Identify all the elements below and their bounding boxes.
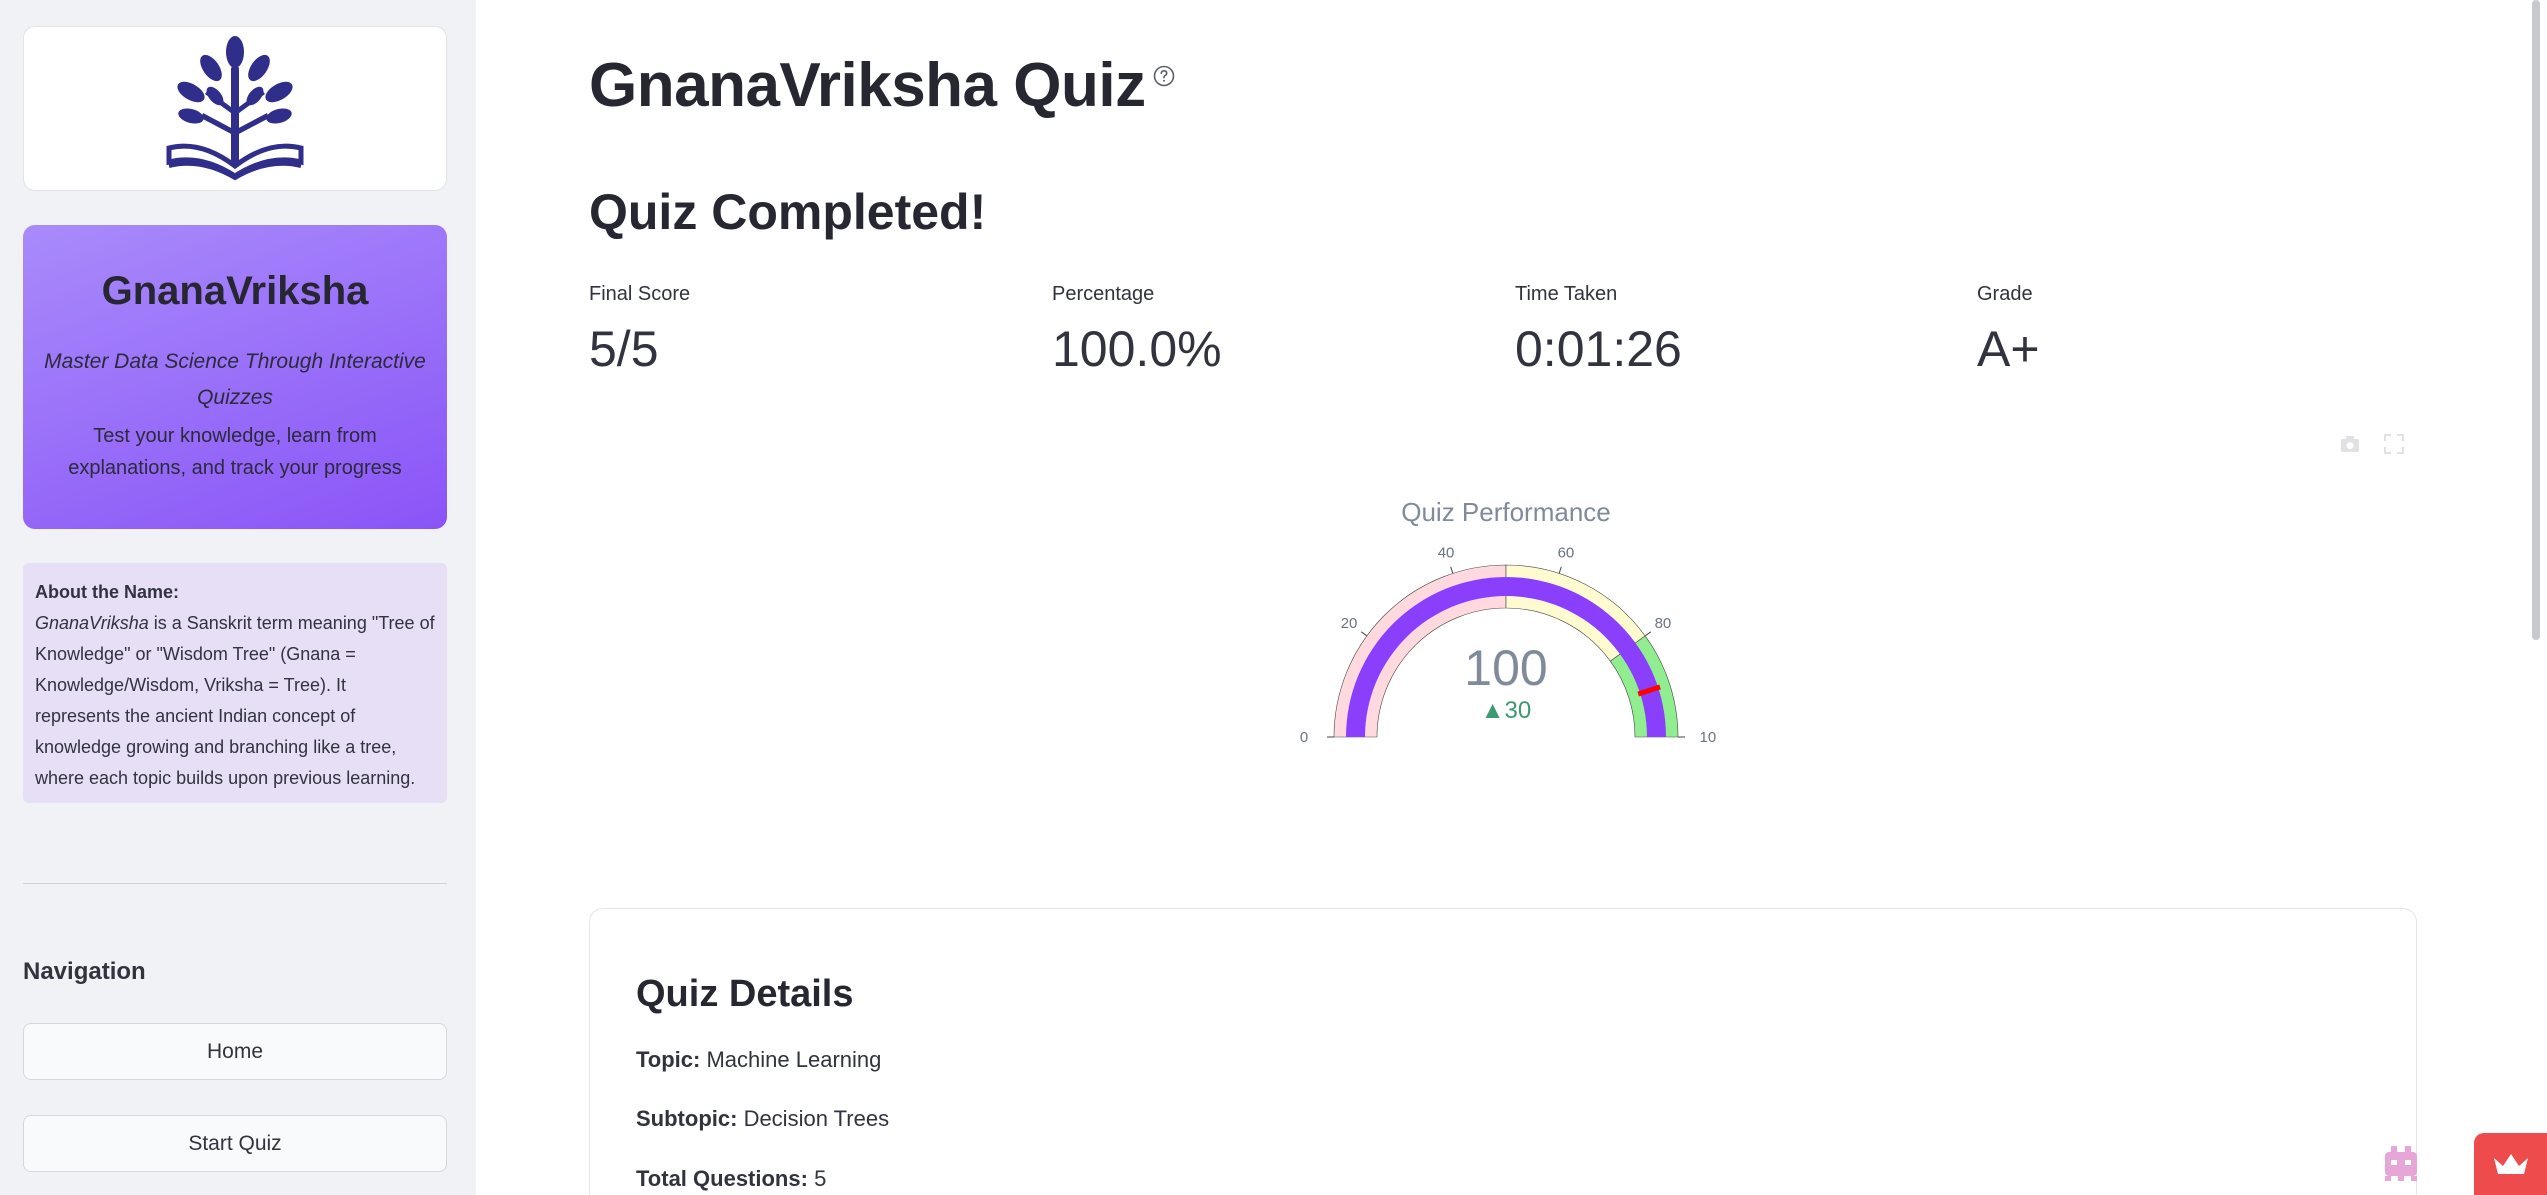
brand-card: GnanaVriksha Master Data Science Through… [23, 225, 447, 529]
brand-title: GnanaVriksha [101, 269, 369, 313]
metric-value: A+ [1977, 321, 2040, 377]
sidebar: GnanaVriksha Master Data Science Through… [0, 0, 476, 1195]
metric-label: Percentage [1052, 283, 1155, 305]
gauge-tick-mark [1644, 631, 1652, 637]
crown-icon [2493, 1154, 2528, 1174]
tree-book-icon [166, 36, 304, 181]
detail-subtopic: Subtopic: Decision Trees [636, 1106, 889, 1132]
about-body: is a Sanskrit term meaning "Tree of Know… [35, 613, 435, 788]
detail-subtopic-label: Subtopic: [636, 1106, 738, 1131]
quiz-details-card: Quiz Details Topic: Machine Learning Sub… [589, 908, 2417, 1195]
brand-tagline: Master Data Science Through Interactive … [44, 350, 426, 409]
gauge-tick-label: 40 [1438, 544, 1455, 561]
metric-label: Final Score [589, 283, 691, 305]
detail-topic: Topic: Machine Learning [636, 1047, 881, 1073]
gauge-value: 100 [1464, 640, 1547, 696]
nav-heading: Navigation [23, 958, 146, 985]
about-name-box: About the Name: GnanaVriksha is a Sanskr… [23, 563, 447, 803]
gauge-tick-label: 60 [1558, 544, 1575, 561]
metric-time-taken: Time Taken 0:01:26 [1515, 283, 1682, 378]
detail-topic-value: Machine Learning [706, 1047, 882, 1072]
metric-label: Grade [1977, 283, 2033, 305]
metric-value: 0:01:26 [1515, 321, 1682, 377]
logo-card [23, 26, 447, 191]
detail-total-label: Total Questions: [636, 1166, 808, 1191]
performance-gauge: Quiz Performance 0 20 40 60 80 100 100 ▲30 [1300, 497, 1716, 746]
metric-percentage: Percentage 100.0% [1052, 283, 1222, 378]
gauge-tick-label: 0 [1300, 729, 1308, 746]
metric-value: 5/5 [589, 321, 659, 377]
about-title: About the Name: [35, 582, 179, 602]
metric-label: Time Taken [1515, 283, 1618, 305]
metric-final-score: Final Score 5/5 [589, 283, 690, 378]
brand-description: Test your knowledge, learn from explanat… [68, 425, 402, 479]
quiz-details-title: Quiz Details [636, 973, 854, 1015]
camera-icon[interactable] [2338, 432, 2362, 456]
gauge-tick-mark [1360, 631, 1368, 637]
start-quiz-button[interactable]: Start Quiz [23, 1115, 447, 1172]
detail-subtopic-value: Decision Trees [743, 1106, 890, 1131]
streamlit-app-icon[interactable] [2378, 1140, 2424, 1186]
main-content: GnanaVriksha Quiz Quiz Completed! Final … [476, 0, 2547, 1195]
scrollbar[interactable] [2532, 0, 2540, 640]
crown-button[interactable] [2474, 1133, 2547, 1195]
detail-topic-label: Topic: [636, 1047, 701, 1072]
question-circle-icon[interactable] [1152, 64, 1176, 88]
about-text: GnanaVriksha is a Sanskrit term meaning … [35, 608, 435, 794]
detail-total-questions: Total Questions: 5 [636, 1166, 826, 1192]
gauge-tick-mark [1450, 566, 1454, 574]
gauge-title: Quiz Performance [1401, 497, 1611, 527]
about-name-italic: GnanaVriksha [35, 613, 149, 633]
sidebar-divider [23, 883, 447, 884]
gauge-tick-label: 80 [1655, 615, 1672, 632]
gauge-tick-label: 20 [1341, 615, 1358, 632]
metric-value: 100.0% [1052, 321, 1222, 377]
metric-grade: Grade A+ [1977, 283, 2040, 378]
gauge-tick-mark [1558, 566, 1562, 574]
fullscreen-icon[interactable] [2382, 432, 2406, 456]
home-button[interactable]: Home [23, 1023, 447, 1080]
page-title: GnanaVriksha Quiz [589, 51, 1146, 120]
detail-total-value: 5 [814, 1166, 827, 1191]
gauge-tick-label: 100 [1699, 729, 1716, 746]
quiz-completed-heading: Quiz Completed! [589, 184, 987, 240]
gauge-delta: ▲30 [1481, 697, 1531, 724]
